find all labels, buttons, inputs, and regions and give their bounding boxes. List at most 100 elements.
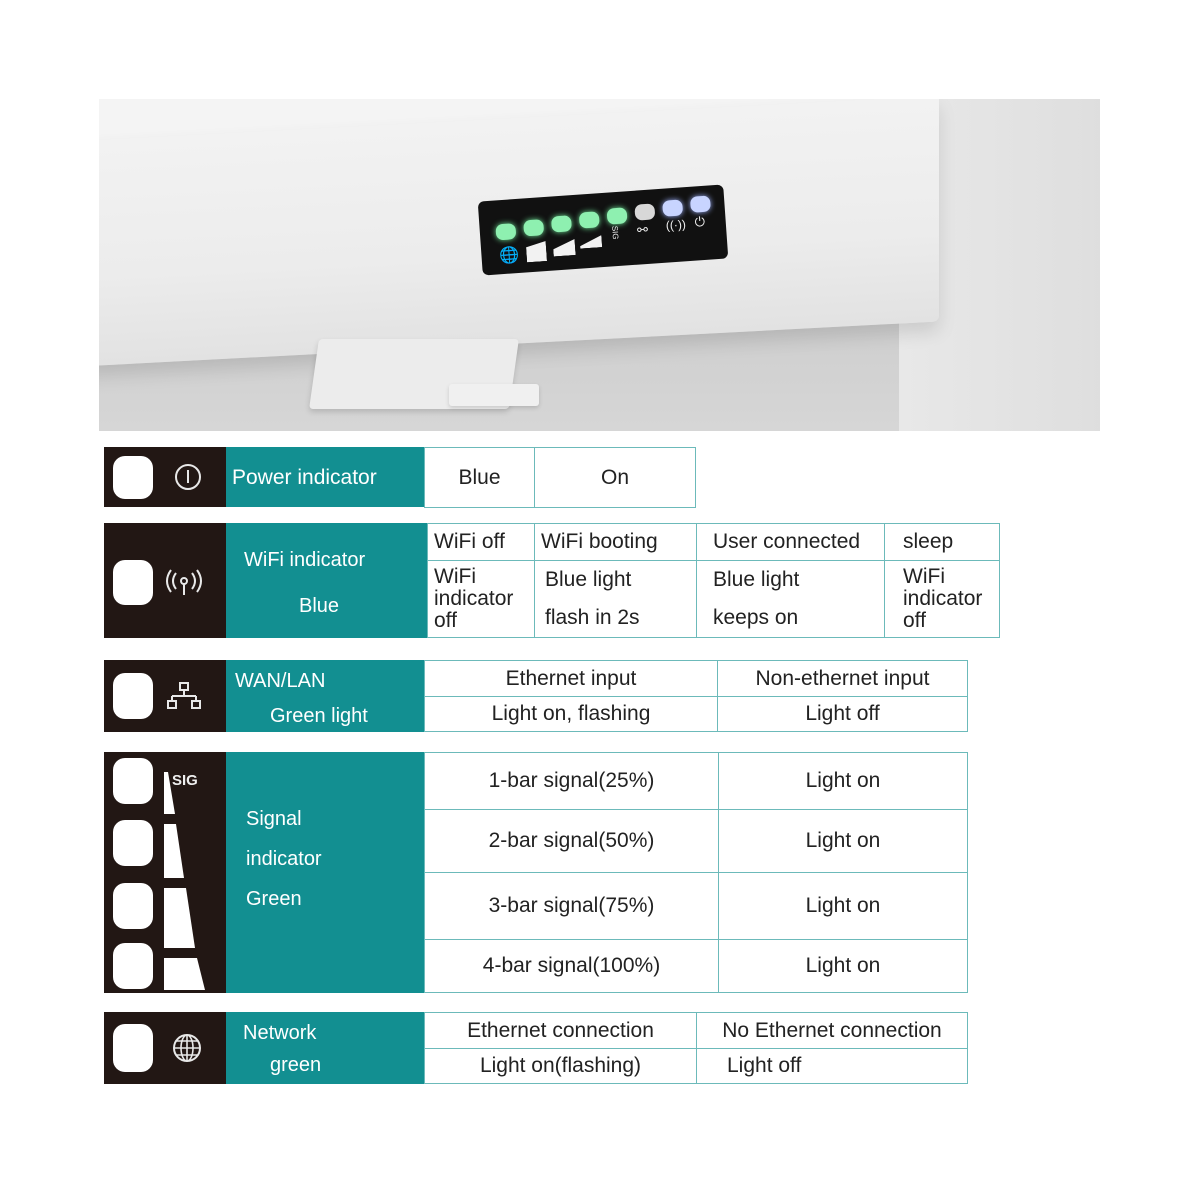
signal-bar-4	[526, 241, 547, 262]
led-wifi	[662, 199, 684, 217]
header-text: sleep	[903, 530, 954, 553]
wanlan-label: WAN/LAN	[235, 670, 326, 692]
wanlan-row: WAN/LAN Green light Ethernet input Non-e…	[104, 660, 968, 732]
wifi-antenna-icon	[166, 569, 202, 595]
mounting-tab	[449, 384, 539, 406]
value-line: WiFi	[903, 565, 945, 588]
led-shape	[113, 673, 153, 719]
wifi-header-sleep: sleep	[884, 523, 1000, 561]
signal-condition-1: 1-bar signal(25%)	[424, 752, 719, 810]
signal-label-line2: indicator	[246, 848, 322, 870]
network-topology-icon: ⚯	[636, 221, 649, 238]
power-color-cell: Blue	[424, 447, 535, 508]
wifi-value-connected: Blue light keeps on	[696, 560, 885, 638]
wifi-header-booting: WiFi booting	[534, 523, 697, 561]
signal-state-2: Light on	[718, 809, 968, 873]
power-state-cell: On	[534, 447, 696, 508]
header-text: Ethernet connection	[467, 1018, 654, 1042]
signal-condition-3: 3-bar signal(75%)	[424, 872, 719, 940]
led-power	[689, 195, 711, 213]
wifi-icon-cell	[104, 523, 226, 638]
led-shape-4	[113, 943, 153, 989]
power-icon-cell	[104, 447, 226, 507]
value-text: Light on, flashing	[491, 702, 651, 725]
wifi-value-sleep: WiFi indicator off	[884, 560, 1000, 638]
led-signal-3	[550, 215, 573, 233]
network-row: Network green Ethernet connection No Eth…	[104, 1012, 968, 1084]
led-wan-lan	[634, 203, 656, 221]
header-text: User connected	[713, 530, 861, 553]
led-signal-2	[578, 211, 600, 229]
signal-label-line1: Signal	[246, 808, 302, 830]
power-color: Blue	[458, 465, 501, 489]
value-line: flash in 2s	[545, 606, 640, 629]
signal-icon-cell: SIG	[104, 752, 226, 993]
signal-condition-2: 2-bar signal(50%)	[424, 809, 719, 873]
value-line: keeps on	[713, 606, 799, 629]
led-shape-1	[113, 758, 153, 804]
state-text: Light on	[805, 769, 881, 792]
wifi-label: WiFi indicator	[244, 549, 366, 571]
signal-state-4: Light on	[718, 939, 968, 993]
value-text: Light off	[805, 702, 880, 725]
wifi-color: Blue	[299, 595, 340, 617]
led-shape	[113, 560, 153, 605]
signal-condition-4: 4-bar signal(100%)	[424, 939, 719, 993]
power-state: On	[600, 465, 629, 489]
network-value-no-ethernet: Light off	[696, 1048, 968, 1084]
value-line: Blue light	[545, 568, 632, 591]
power-icon: ⏻	[694, 213, 706, 230]
header-text: Non-ethernet input	[755, 666, 930, 690]
state-text: Light on	[805, 894, 881, 917]
network-color: green	[270, 1054, 322, 1076]
network-value-ethernet: Light on(flashing)	[424, 1048, 697, 1084]
state-text: Light on	[805, 954, 881, 977]
led-shape-3	[113, 883, 153, 929]
condition-text: 4-bar signal(100%)	[482, 954, 661, 977]
signal-state-3: Light on	[718, 872, 968, 940]
signal-strength-icon	[164, 772, 205, 990]
signal-label-line3: Green	[246, 888, 302, 910]
network-header-no-ethernet: No Ethernet connection	[696, 1012, 968, 1049]
wanlan-color: Green light	[270, 705, 368, 727]
led-shape	[113, 456, 153, 499]
wanlan-value-ethernet: Light on, flashing	[424, 696, 718, 732]
led-shape	[113, 1024, 153, 1072]
value-line: off	[434, 609, 457, 632]
sig-label: SIG	[610, 225, 621, 240]
led-shape-2	[113, 820, 153, 866]
header-text: No Ethernet connection	[722, 1018, 942, 1042]
signal-label-cell: Signal indicator Green	[226, 752, 424, 993]
value-text: Light on(flashing)	[479, 1054, 642, 1077]
wifi-value-off: WiFi indicator off	[427, 560, 535, 638]
power-label: Power indicator	[232, 466, 377, 489]
product-photo: 🌐 SIG ⚯ ((·)) ⏻	[99, 99, 1100, 431]
condition-text: 2-bar signal(50%)	[488, 829, 655, 852]
condition-text: 1-bar signal(25%)	[488, 769, 655, 792]
wanlan-label-cell: WAN/LAN Green light	[226, 660, 424, 732]
wanlan-value-non-ethernet: Light off	[717, 696, 968, 732]
wifi-icon: ((·))	[665, 217, 687, 233]
condition-text: 3-bar signal(75%)	[488, 894, 655, 917]
header-text: Ethernet input	[505, 666, 637, 690]
wanlan-icon-cell	[104, 660, 226, 732]
wifi-value-booting: Blue light flash in 2s	[534, 560, 697, 638]
header-text: WiFi off	[434, 530, 505, 553]
led-signal-4	[523, 219, 545, 237]
value-line: Blue light	[713, 568, 800, 591]
value-line: off	[903, 609, 926, 632]
value-text: Light off	[727, 1054, 802, 1077]
network-header-ethernet: Ethernet connection	[424, 1012, 697, 1049]
signal-state-1: Light on	[718, 752, 968, 810]
network-topology-icon	[167, 682, 201, 709]
state-text: Light on	[805, 829, 881, 852]
value-line: WiFi	[434, 565, 476, 588]
value-line: indicator	[434, 587, 514, 610]
network-label-cell: Network green	[226, 1012, 424, 1084]
signal-bar-3	[553, 239, 576, 256]
power-icon	[175, 464, 201, 490]
wanlan-header-non-ethernet: Non-ethernet input	[717, 660, 968, 697]
header-text: WiFi booting	[541, 530, 658, 553]
power-row: Power indicator Blue On	[104, 447, 696, 508]
wifi-row: WiFi indicator Blue WiFi off WiFi bootin…	[104, 523, 1000, 638]
